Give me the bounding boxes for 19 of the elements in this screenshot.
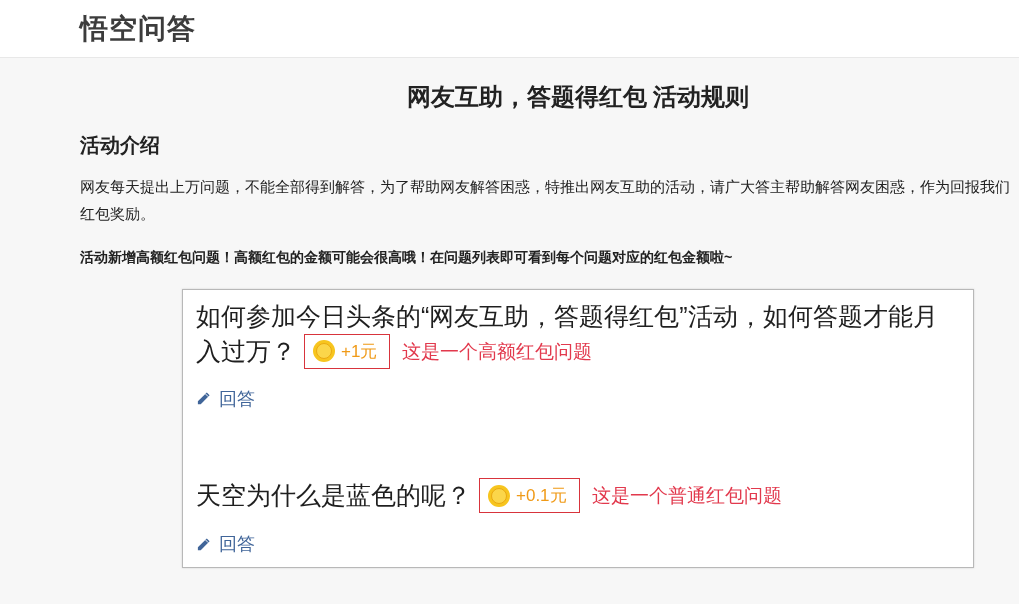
reward-tag: +0.1元: [479, 478, 580, 514]
pencil-icon: [196, 536, 211, 552]
reward-tag: +1元: [304, 333, 391, 369]
pencil-icon: [196, 391, 211, 407]
question-title-line[interactable]: 如何参加今日头条的“网友互助，答题得红包”活动，如何答题才能月: [196, 299, 938, 334]
annotation-text: 这是一个高额红包问题: [402, 340, 593, 362]
question-title-line[interactable]: 入过万？: [196, 337, 296, 365]
coin-icon: [313, 340, 335, 363]
annotation-text: 这是一个普通红包问题: [591, 485, 782, 507]
paragraph-line: 网友每天提出上万问题，不能全部得到解答，为了帮助网友解答困惑，特推出网友互助的活动，请广大答主帮助解答网友困惑，作为回报我们: [80, 178, 1010, 197]
answer-link[interactable]: 回答: [196, 531, 255, 558]
notice-text: 活动新增高额红包问题！高额红包的金额可能会很高哦！在问题列表即可看到每个问题对应的红包金额啦~: [80, 248, 733, 267]
section-heading: 活动介绍: [80, 133, 160, 158]
question-title-line[interactable]: 天空为什么是蓝色的呢？: [196, 481, 471, 510]
answer-link[interactable]: 回答: [196, 385, 255, 412]
page-title: 网友互助，答题得红包 活动规则: [406, 83, 750, 112]
coin-icon: [488, 484, 510, 507]
logo[interactable]: 悟空问答: [80, 14, 196, 43]
paragraph-line: 红包奖励。: [80, 205, 155, 224]
